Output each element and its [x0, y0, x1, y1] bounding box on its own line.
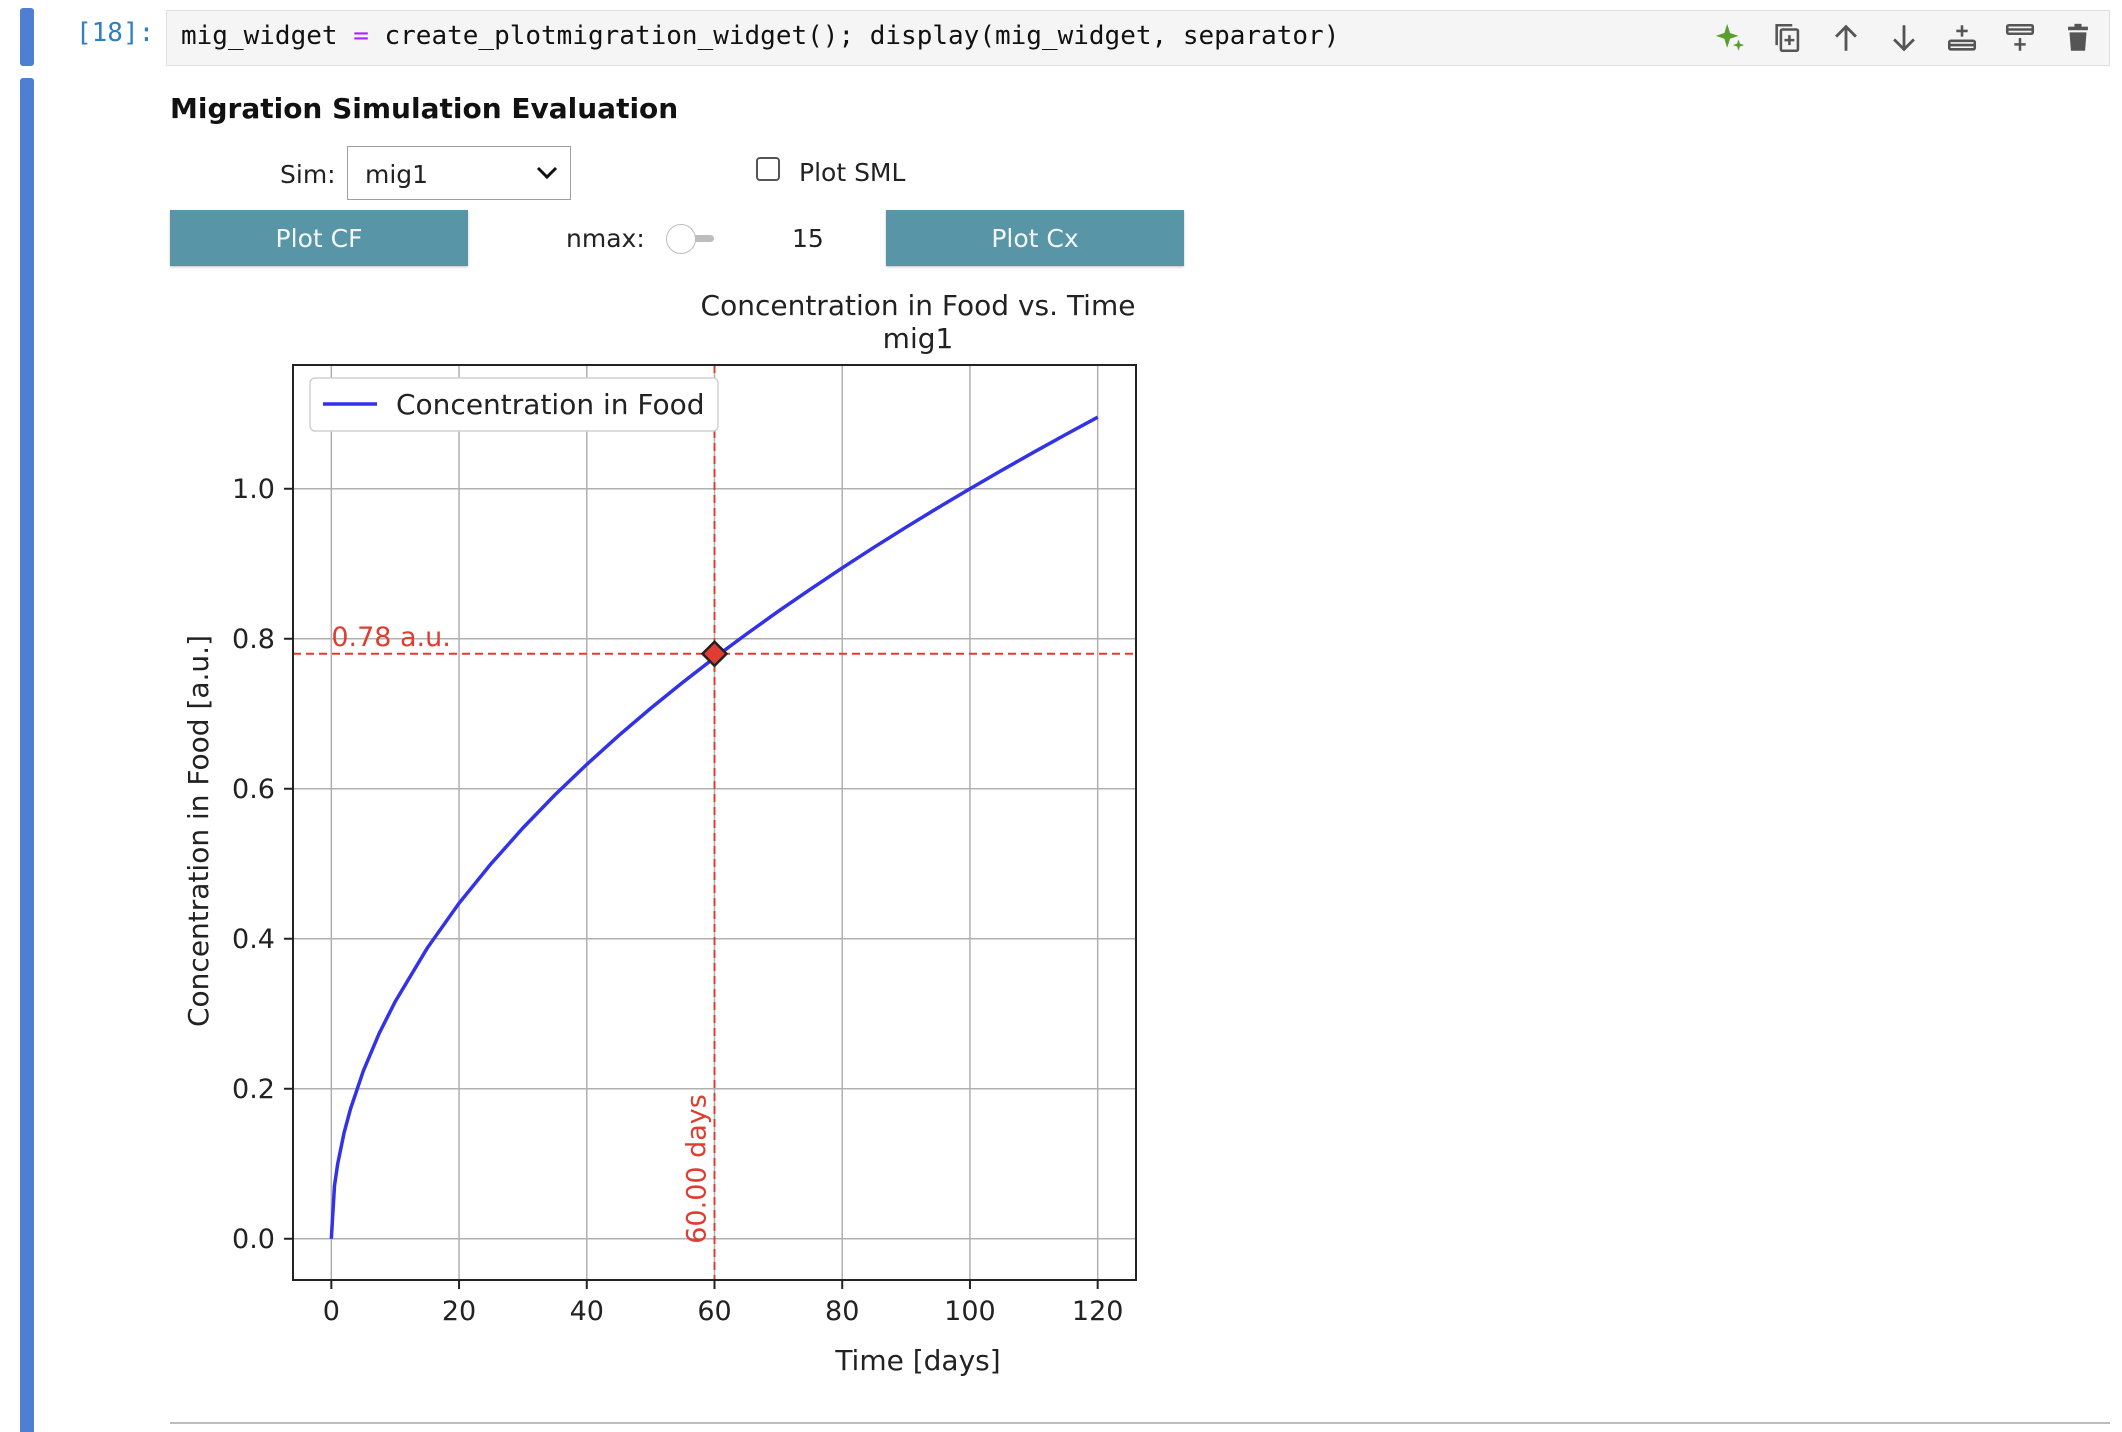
- plot-sml-checkbox[interactable]: [756, 157, 780, 181]
- y-tick-label: 0.6: [232, 774, 275, 805]
- chart-subtitle: mig1: [883, 322, 954, 355]
- x-tick-label: 80: [825, 1296, 859, 1327]
- x-axis-ticks: 0 20 40 60 80 100 120: [323, 1280, 1124, 1327]
- move-up-icon[interactable]: [1827, 19, 1865, 57]
- plot-cx-button[interactable]: Plot Cx: [886, 210, 1184, 266]
- code-call: create_plotmigration_widget(); display(m…: [368, 21, 1340, 51]
- insert-below-icon[interactable]: [1943, 19, 1981, 57]
- sim-selected-value: mig1: [365, 160, 429, 189]
- cell-input-collapser[interactable]: [20, 8, 34, 66]
- nmax-slider-handle[interactable]: [666, 224, 696, 254]
- cell-output-collapser[interactable]: [20, 78, 34, 1432]
- code-variable: mig_widget: [181, 21, 354, 51]
- sim-label: Sim:: [280, 160, 336, 189]
- execution-count: [18]:: [76, 18, 155, 48]
- nmax-value: 15: [792, 224, 824, 253]
- code-operator: =: [353, 21, 369, 51]
- legend-label: Concentration in Food: [396, 388, 705, 421]
- x-tick-label: 40: [570, 1296, 604, 1327]
- code-cell-editor[interactable]: mig_widget = create_plotmigration_widget…: [166, 10, 2110, 66]
- chevron-down-icon: [536, 166, 558, 180]
- y-tick-label: 0.2: [232, 1074, 275, 1105]
- concentration-chart: Concentration in Food vs. Time mig1 0 20 4…: [182, 289, 1137, 1377]
- plot-sml-label[interactable]: Plot SML: [799, 158, 905, 187]
- delete-icon[interactable]: [2059, 19, 2097, 57]
- y-tick-label: 1.0: [232, 474, 275, 505]
- x-tick-label: 60: [697, 1296, 731, 1327]
- chart-title: Concentration in Food vs. Time: [701, 289, 1136, 322]
- move-down-icon[interactable]: [1885, 19, 1923, 57]
- y-tick-label: 0.0: [232, 1224, 275, 1255]
- x-tick-label: 120: [1072, 1296, 1124, 1327]
- code-line[interactable]: mig_widget = create_plotmigration_widget…: [181, 21, 1339, 51]
- y-tick-label: 0.4: [232, 924, 275, 955]
- widget-title: Migration Simulation Evaluation: [170, 92, 679, 125]
- y-axis-label: Concentration in Food [a.u.]: [182, 635, 215, 1027]
- vline-label: 60.00 days: [682, 1094, 713, 1244]
- insert-above-icon[interactable]: [2001, 19, 2039, 57]
- y-tick-label: 0.8: [232, 624, 275, 655]
- sparkle-icon[interactable]: [1711, 19, 1749, 57]
- x-axis-label: Time [days]: [834, 1344, 1000, 1377]
- nmax-label: nmax:: [566, 224, 645, 253]
- x-tick-label: 100: [944, 1296, 996, 1327]
- output-separator: [170, 1422, 2110, 1424]
- y-axis-ticks: 0.0 0.2 0.4 0.6 0.8 1.0: [232, 474, 293, 1255]
- duplicate-icon[interactable]: [1769, 19, 1807, 57]
- hline-label: 0.78 a.u.: [331, 622, 451, 653]
- cell-toolbar: [1711, 19, 2097, 57]
- x-tick-label: 0: [323, 1296, 340, 1327]
- x-tick-label: 20: [442, 1296, 476, 1327]
- chart-legend: Concentration in Food: [309, 377, 719, 432]
- plot-cf-button[interactable]: Plot CF: [170, 210, 468, 266]
- sim-dropdown[interactable]: mig1: [347, 146, 571, 200]
